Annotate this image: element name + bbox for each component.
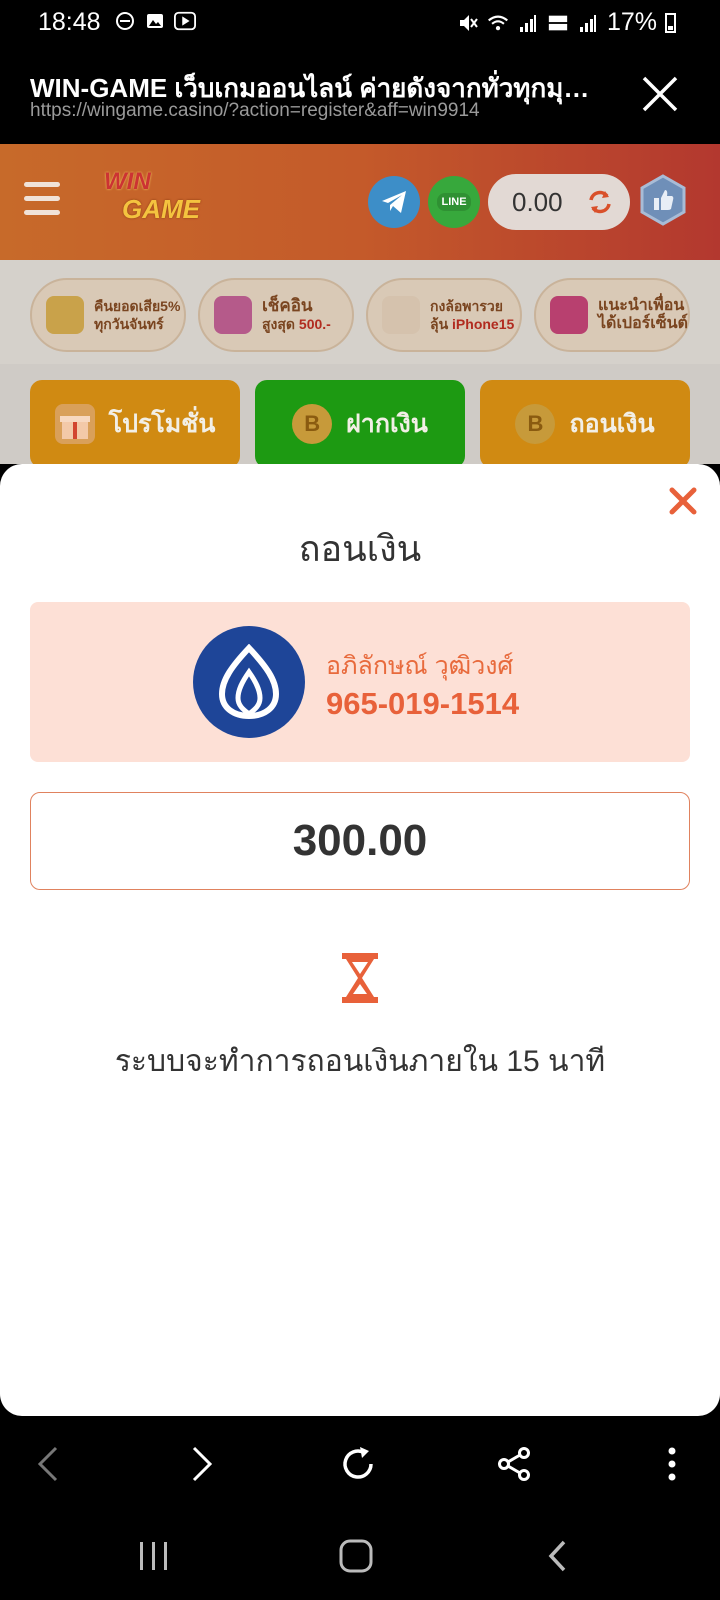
promo-checkin-line2a: สูงสุด [262,316,299,332]
withdraw-button[interactable]: B ถอนเงิน [480,380,690,468]
hourglass-icon [340,952,380,1004]
back-arrow-icon [548,1540,566,1572]
status-bar: 18:48 17% [0,0,720,46]
gift-icon [54,404,95,444]
menu-button[interactable] [24,182,60,218]
chevron-left-icon [37,1446,58,1482]
wifi-icon [487,12,509,34]
status-right: 17% [457,8,676,37]
home-icon [339,1539,373,1573]
site-background: WIN GAME LINE 0.00 คืนยอดเสีย5% ทุกวันจัน… [0,144,720,468]
withdraw-amount-value: 300.00 [292,816,428,865]
logo[interactable]: WIN GAME [100,166,210,232]
promo-wheel-line2b: iPhone15 [452,316,515,332]
promo-referral[interactable]: แนะนำเพื่อน ได้เปอร์เซ็นต์ [534,278,690,352]
calendar-check-icon [214,296,252,334]
balance-value: 0.00 [512,186,563,217]
refresh-icon [589,190,611,214]
bank-account-card: อภิลักษณ์ วุฒิวงศ์ 965-019-1514 [30,602,690,762]
status-time: 18:48 [38,8,101,36]
withdraw-amount-field[interactable]: 300.00 [30,792,690,890]
close-browser-button[interactable] [640,74,680,114]
media-icon [174,10,196,32]
deposit-label: ฝากเงิน [346,410,428,438]
modal-close-button[interactable] [668,486,698,516]
promo-checkin-line2b: 500.- [298,316,331,332]
promo-cashback-line1: คืนยอดเสีย5% [94,298,181,314]
chevron-right-icon [192,1446,213,1482]
close-icon [669,487,697,515]
promo-wheel-line1: กงล้อพารวย [430,298,503,314]
share-icon [498,1447,530,1481]
promo-strip: คืนยอดเสีย5% ทุกวันจันทร์ เช็คอิน สูงสุด 5… [0,260,720,364]
deposit-button[interactable]: B ฝากเงิน [255,380,465,468]
telegram-icon [382,191,406,213]
withdraw-modal: ถอนเงิน อภิลักษณ์ วุฒิวงศ์ 965-019-1514 … [0,464,720,1416]
signal-icon [577,12,599,34]
more-vertical-icon [668,1447,676,1481]
promo-wheel[interactable]: กงล้อพารวยลุ้น iPhone15 [366,278,522,352]
add-friend-icon [550,296,588,334]
volte-icon [547,12,569,34]
telegram-button[interactable] [368,176,420,228]
promotion-button[interactable]: โปรโมชั่น [30,380,240,468]
signal-icon [517,12,539,34]
promo-cashback[interactable]: คืนยอดเสีย5% ทุกวันจันทร์ [30,278,186,352]
balance-display: 0.00 [488,174,630,230]
line-button[interactable]: LINE [428,176,480,228]
system-back-button[interactable] [534,1532,582,1580]
promo-wheel-line2a: ลุ้น [430,316,453,332]
coin-deposit-icon: B [292,404,333,444]
more-options-button[interactable] [648,1440,696,1488]
account-number: 965-019-1514 [326,686,520,721]
rank-badge[interactable] [640,174,686,226]
share-button[interactable] [490,1440,538,1488]
bank-logo-icon [193,626,305,738]
gallery-icon [144,10,166,32]
close-icon [642,76,678,112]
coin-withdraw-icon: B [515,404,556,444]
browser-title-bar: WIN-GAME เว็บเกมออนไลน์ ค่ายดังจากทั่วทุ… [0,46,720,144]
forward-button[interactable] [178,1440,226,1488]
promo-referral-line1: แนะนำเพื่อน [598,297,685,314]
system-nav-bar [0,1510,720,1600]
account-name: อภิลักษณ์ วุฒิวงศ์ [326,652,514,680]
promo-checkin[interactable]: เช็คอิน สูงสุด 500.- [198,278,354,352]
site-header: WIN GAME LINE 0.00 [0,144,720,260]
browser-toolbar [0,1416,720,1510]
withdraw-label: ถอนเงิน [569,410,655,438]
promo-cashback-line2: ทุกวันจันทร์ [94,316,164,332]
modal-title: ถอนเงิน [298,528,422,569]
reload-icon [343,1447,373,1479]
recent-apps-button[interactable] [130,1532,178,1580]
refresh-balance-button[interactable] [586,188,614,216]
logo-text-top: WIN [104,168,151,195]
promo-checkin-line1: เช็คอิน [262,296,313,315]
back-button[interactable] [24,1440,72,1488]
cashback-icon [46,296,84,334]
page-url[interactable]: https://wingame.casino/?action=register&… [30,100,600,122]
do-not-disturb-icon [114,10,136,32]
battery-icon [665,12,676,33]
mute-icon [457,12,479,34]
thumbs-up-badge-icon [640,174,686,226]
wheel-icon [382,296,420,334]
status-left-icons [114,10,196,32]
reload-button[interactable] [334,1440,382,1488]
recent-apps-icon [140,1542,167,1570]
withdraw-notice: ระบบจะทำการถอนเงินภายใน 15 นาที [114,1045,606,1078]
battery-percent: 17% [606,8,657,36]
home-button[interactable] [332,1532,380,1580]
promotion-label: โปรโมชั่น [108,410,216,438]
line-icon: LINE [437,193,471,211]
promo-referral-line2: ได้เปอร์เซ็นต์ [598,315,688,332]
logo-text-bottom: GAME [122,194,200,224]
